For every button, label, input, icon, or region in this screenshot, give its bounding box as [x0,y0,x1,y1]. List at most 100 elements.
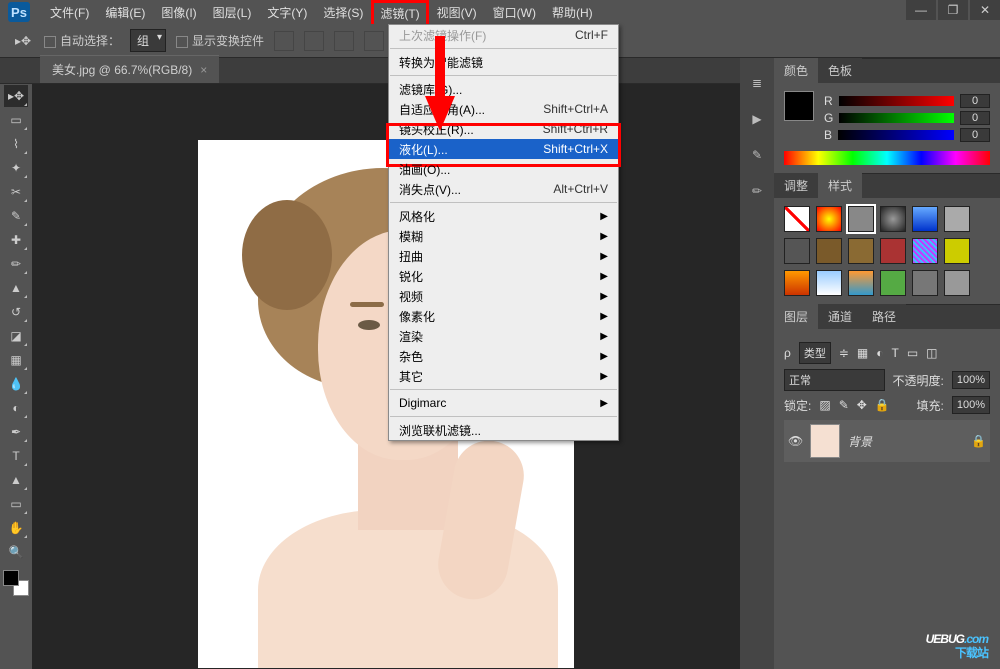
menu-window[interactable]: 窗口(W) [485,0,544,25]
document-tab[interactable]: 美女.jpg @ 66.7%(RGB/8) × [40,55,219,83]
menu-browse-online[interactable]: 浏览联机滤镜... [389,420,618,440]
brush-presets-icon[interactable]: ✏ [746,180,768,202]
type-tool[interactable]: T [4,445,28,467]
hand-tool[interactable]: ✋ [4,517,28,539]
tab-adjust[interactable]: 调整 [774,173,818,198]
dodge-tool[interactable]: ◐ [4,397,28,419]
align-icon-2[interactable] [304,31,324,51]
eraser-tool[interactable]: ◪ [4,325,28,347]
gradient-tool[interactable]: ▦ [4,349,28,371]
auto-select-dropdown[interactable]: 组 [130,29,166,52]
menu-image[interactable]: 图像(I) [153,0,204,25]
style-swatch[interactable] [880,206,906,232]
history-brush-tool[interactable]: ↺ [4,301,28,323]
menu-file[interactable]: 文件(F) [42,0,97,25]
filter-smart-icon[interactable]: ◫ [926,346,937,360]
b-value[interactable]: 0 [960,128,990,142]
tab-channels[interactable]: 通道 [818,304,862,329]
lock-all-icon[interactable]: 🔒 [875,398,890,412]
menu-render[interactable]: 渲染▶ [389,326,618,346]
history-panel-icon[interactable]: ≣ [746,72,768,94]
menu-filter[interactable]: 滤镜(T) [371,0,428,24]
opacity-field[interactable]: 100% [952,371,990,389]
menu-vanishing-point[interactable]: 消失点(V)...Alt+Ctrl+V [389,179,618,199]
close-button[interactable]: ✕ [970,0,1000,20]
healing-brush-tool[interactable]: ✚ [4,229,28,251]
actions-panel-icon[interactable]: ▶ [746,108,768,130]
style-swatch[interactable] [848,270,874,296]
marquee-tool[interactable]: ▭ [4,109,28,131]
blur-tool[interactable]: 💧 [4,373,28,395]
style-swatch[interactable] [912,206,938,232]
filter-pixel-icon[interactable]: ▦ [857,346,868,360]
eyedropper-tool[interactable]: ✎ [4,205,28,227]
style-swatch[interactable] [816,238,842,264]
b-slider[interactable] [838,130,954,140]
style-none[interactable] [784,206,810,232]
brush-tool[interactable]: ✏ [4,253,28,275]
filter-type-icon[interactable]: T [891,346,898,360]
g-slider[interactable] [839,113,954,123]
menu-convert-smart-filter[interactable]: 转换为智能滤镜 [389,52,618,72]
minimize-button[interactable]: — [906,0,936,20]
r-slider[interactable] [839,96,954,106]
menu-noise[interactable]: 杂色▶ [389,346,618,366]
path-selection-tool[interactable]: ▲ [4,469,28,491]
zoom-tool[interactable]: 🔍 [4,541,28,563]
menu-type[interactable]: 文字(Y) [259,0,315,25]
lock-position-icon[interactable]: ✥ [857,398,867,412]
layer-row-background[interactable]: 👁 背景 🔒 [784,420,990,462]
foreground-background-colors[interactable] [3,570,29,596]
menu-view[interactable]: 视图(V) [429,0,485,25]
menu-blur[interactable]: 模糊▶ [389,226,618,246]
style-swatch[interactable] [848,238,874,264]
tab-styles[interactable]: 样式 [818,173,862,198]
move-tool[interactable]: ▸✥ [4,85,28,107]
style-swatch[interactable] [944,206,970,232]
brushes-panel-icon[interactable]: ✎ [746,144,768,166]
menu-distort[interactable]: 扭曲▶ [389,246,618,266]
g-value[interactable]: 0 [960,111,990,125]
style-swatch[interactable] [816,206,842,232]
color-spectrum[interactable] [784,151,990,165]
menu-liquify[interactable]: 液化(L)...Shift+Ctrl+X [389,139,618,159]
style-swatch[interactable] [784,270,810,296]
menu-oil-paint[interactable]: 油画(O)... [389,159,618,179]
menu-select[interactable]: 选择(S) [315,0,371,25]
style-swatch[interactable] [912,270,938,296]
visibility-icon[interactable]: 👁 [788,434,802,448]
blend-mode-select[interactable]: 正常 [784,369,885,391]
fill-field[interactable]: 100% [952,396,990,414]
menu-sharpen[interactable]: 锐化▶ [389,266,618,286]
lasso-tool[interactable]: ⌇ [4,133,28,155]
style-swatch[interactable] [944,238,970,264]
lock-transparency-icon[interactable]: ▨ [819,398,830,412]
style-swatch[interactable] [848,206,874,232]
align-icon-3[interactable] [334,31,354,51]
tab-layers[interactable]: 图层 [774,304,818,329]
style-swatch[interactable] [912,238,938,264]
align-icon-4[interactable] [364,31,384,51]
style-swatch[interactable] [944,270,970,296]
tab-color[interactable]: 颜色 [774,58,818,83]
menu-digimarc[interactable]: Digimarc▶ [389,393,618,413]
style-swatch[interactable] [816,270,842,296]
magic-wand-tool[interactable]: ✦ [4,157,28,179]
lock-pixels-icon[interactable]: ✎ [839,398,849,412]
menu-pixelate[interactable]: 像素化▶ [389,306,618,326]
menu-help[interactable]: 帮助(H) [544,0,601,25]
menu-layer[interactable]: 图层(L) [205,0,260,25]
crop-tool[interactable]: ✂ [4,181,28,203]
style-swatch[interactable] [880,238,906,264]
filter-shape-icon[interactable]: ▭ [907,346,918,360]
auto-select-checkbox[interactable]: 自动选择： [44,32,120,49]
menu-video[interactable]: 视频▶ [389,286,618,306]
layer-thumbnail[interactable] [810,424,840,458]
menu-edit[interactable]: 编辑(E) [97,0,153,25]
maximize-button[interactable]: ❐ [938,0,968,20]
tab-close-icon[interactable]: × [200,63,207,77]
filter-adjust-icon[interactable]: ◐ [876,346,883,360]
tab-swatches[interactable]: 色板 [818,58,862,83]
color-swatch[interactable] [784,91,814,121]
r-value[interactable]: 0 [960,94,990,108]
